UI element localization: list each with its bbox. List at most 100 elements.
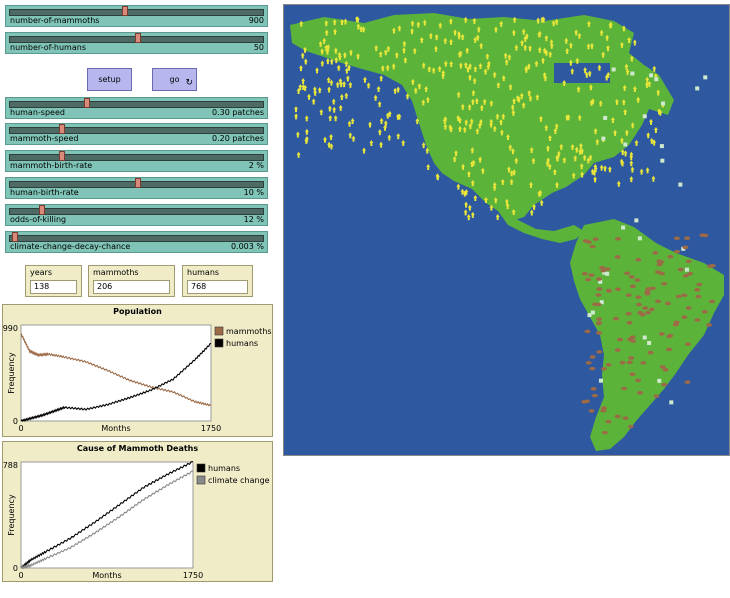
slider-handle[interactable] [134,33,141,43]
human-agent-icon [327,105,332,112]
slider-label: human-birth-rate [10,188,79,197]
human-agent-icon [312,86,317,93]
human-agent-icon [652,65,657,72]
mammoth-agent-icon [635,295,642,300]
mammoth-agent-icon [682,245,689,250]
number-of-humans-slider[interactable]: number-of-humans 50 [5,32,268,54]
x-axis-label: Months [92,571,121,580]
mammoth-agent-icon [661,382,668,387]
mammoth-agent-icon [640,361,647,365]
slider-value: 12 % [243,215,264,224]
mammoth-agent-icon [589,244,596,249]
slider-track[interactable] [9,208,264,215]
human-agent-icon [311,98,316,105]
legend-swatch [196,475,206,485]
monitor-humans-label: humans [187,268,220,277]
human-agent-icon [345,75,350,82]
mammoth-agent-icon [600,408,607,413]
mammoth-agent-icon [673,320,680,325]
slider-label: human-speed [10,108,65,117]
human-speed-slider[interactable]: human-speed 0.30 patches [5,97,268,119]
mammoth-agent-icon [629,284,636,289]
mammoth-agent-icon [600,367,607,371]
mammoth-agent-icon [685,306,692,310]
human-birth-rate-slider[interactable]: human-birth-rate 10 % [5,177,268,199]
slider-handle[interactable] [121,6,128,16]
world-view[interactable] [283,4,730,456]
y-tick-label: 0 [13,417,18,426]
mammoth-agent-icon [637,391,644,395]
human-agent-icon [470,211,475,218]
population-plot: Population 0 990 0 1750 Months Frequency mammo… [2,304,273,437]
slider-handle[interactable] [11,232,18,242]
slider-track[interactable] [9,9,264,16]
cleared-patch [634,218,639,223]
monitor-humans: humans 768 [182,265,253,297]
human-agent-icon [328,114,333,121]
slider-track[interactable] [9,101,264,108]
slider-track[interactable] [9,127,264,134]
human-agent-icon [646,132,651,139]
legend-label: humans [226,339,258,348]
mammoth-agent-icon [601,430,608,435]
slider-handle[interactable] [134,178,141,188]
human-agent-icon [348,81,353,88]
human-agent-icon [296,151,301,158]
slider-track[interactable] [9,235,264,242]
cleared-patch [654,77,659,82]
slider-label: number-of-humans [10,43,86,52]
cleared-patch [661,101,666,106]
human-agent-icon [335,81,340,88]
slider-track[interactable] [9,154,264,161]
slider-label: climate-change-decay-chance [10,242,131,251]
mammoth-agent-icon [622,416,629,420]
human-agent-icon [342,81,347,88]
slider-handle[interactable] [59,151,66,161]
cleared-patch [647,340,652,345]
monitor-years-label: years [30,268,53,277]
number-of-mammoths-slider[interactable]: number-of-mammoths 900 [5,5,268,27]
x-tick-label: 0 [18,571,23,580]
slider-value: 0.30 patches [211,108,264,117]
mammoth-agent-icon [655,299,662,304]
human-agent-icon [456,183,461,190]
mammoth-agent-icon [628,275,635,279]
cleared-patch [603,115,608,120]
mammoth-agent-icon [595,293,602,297]
human-agent-icon [294,106,299,113]
slider-handle[interactable] [59,124,66,134]
monitor-mammoths: mammoths 206 [88,265,175,297]
mammoth-agent-icon [627,424,634,429]
human-agent-icon [629,154,634,161]
odds-of-killing-slider[interactable]: odds-of-killing 12 % [5,204,268,226]
human-agent-icon [653,126,658,133]
slider-handle[interactable] [39,205,46,215]
go-button[interactable]: go ↻ [152,68,197,91]
world-map[interactable] [284,5,729,455]
mammoth-agent-icon [630,339,637,343]
mammoth-agent-icon [629,372,636,377]
mammoth-agent-icon [614,414,621,419]
mammoth-birth-rate-slider[interactable]: mammoth-birth-rate 2 % [5,150,268,172]
human-agent-icon [338,104,343,111]
plot-area [20,461,194,569]
go-label: go [169,75,180,84]
mammoth-agent-icon [636,302,643,307]
cleared-patch [598,378,603,383]
mammoth-agent-icon [628,356,635,360]
legend-label: mammoths [226,327,272,336]
mammoth-agent-icon [639,312,646,317]
slider-handle[interactable] [84,98,91,108]
mammoth-speed-slider[interactable]: mammoth-speed 0.20 patches [5,123,268,145]
climate-change-decay-chance-slider[interactable]: climate-change-decay-chance 0.003 % [5,231,268,253]
mammoth-agent-icon [682,273,689,278]
mammoth-agent-icon [684,380,691,384]
mammoth-agent-icon [605,419,612,424]
mammoth-agent-icon [685,259,692,264]
mammoth-agent-icon [649,286,656,291]
human-agent-icon [473,195,478,202]
mammoth-agent-icon [585,360,592,365]
human-agent-icon [323,136,328,143]
mammoth-agent-icon [635,257,642,262]
setup-button[interactable]: setup [87,68,132,91]
